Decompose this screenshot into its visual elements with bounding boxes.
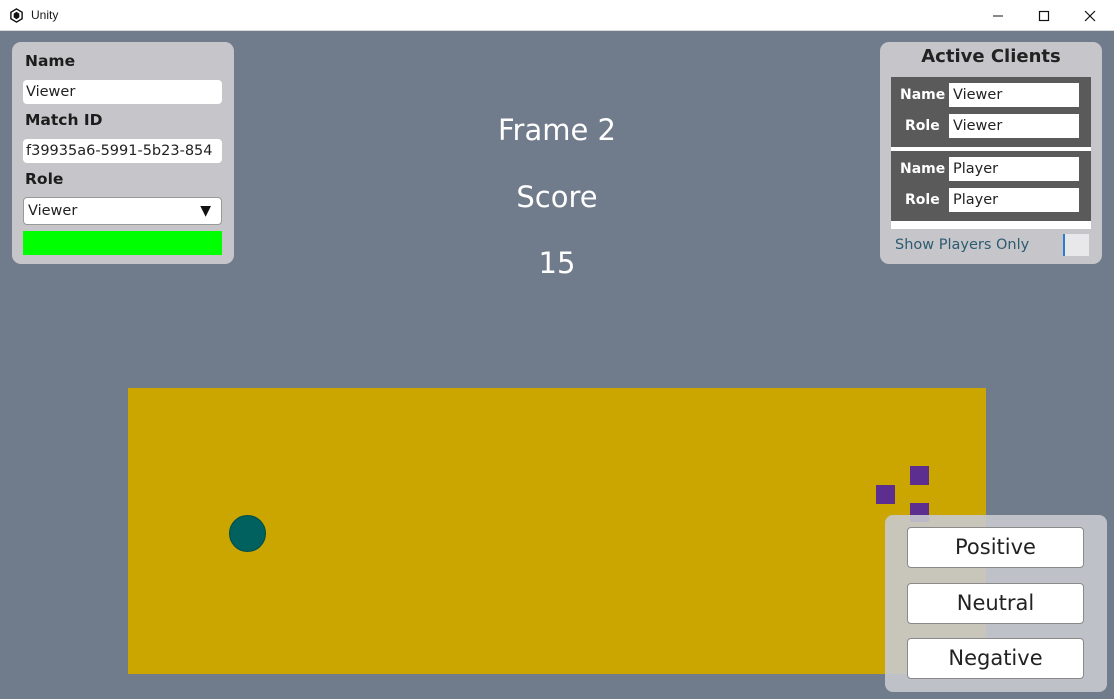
neutral-button[interactable]: Neutral — [907, 583, 1084, 624]
negative-button[interactable]: Negative — [907, 638, 1084, 679]
client-entry: Name Viewer Role Viewer — [891, 77, 1091, 147]
minimize-button[interactable] — [975, 0, 1021, 31]
connection-status-bar — [23, 231, 222, 255]
enemy-block — [910, 466, 929, 485]
maximize-button[interactable] — [1021, 0, 1067, 31]
dropdown-arrow-icon: ▼ — [200, 203, 211, 219]
role-dropdown[interactable]: Viewer ▼ — [23, 197, 222, 225]
active-clients-title: Active Clients — [921, 46, 1061, 67]
score-value: 15 — [538, 246, 576, 280]
feedback-panel: Positive Neutral Negative — [885, 515, 1107, 692]
window-title: Unity — [31, 8, 59, 22]
active-clients-panel: Active Clients Name Viewer Role Viewer N… — [880, 42, 1102, 264]
score-label: Score — [516, 180, 598, 214]
show-players-only-toggle[interactable] — [1063, 234, 1089, 256]
client-entry: Name Player Role Player — [891, 151, 1091, 221]
match-id-field[interactable]: f39935a6-5991-5b23-854 — [23, 139, 222, 163]
enemy-block — [876, 485, 895, 504]
client-name-field[interactable]: Viewer — [949, 83, 1079, 107]
client-role-label: Role — [905, 118, 940, 134]
role-dropdown-value: Viewer — [28, 203, 78, 219]
client-role-field[interactable]: Player — [949, 188, 1079, 212]
client-name-label: Name — [900, 87, 946, 103]
match-id-label: Match ID — [25, 111, 103, 129]
client-role-field[interactable]: Viewer — [949, 114, 1079, 138]
name-label: Name — [25, 52, 76, 70]
client-list: Name Viewer Role Viewer Name Player Role… — [891, 77, 1091, 229]
maximize-icon — [1038, 10, 1050, 21]
frame-counter: Frame 2 — [497, 113, 617, 147]
window-titlebar: Unity — [0, 0, 1114, 31]
positive-button[interactable]: Positive — [907, 527, 1084, 568]
role-label: Role — [25, 170, 64, 188]
name-field[interactable]: Viewer — [23, 80, 222, 104]
player-info-panel: Name Viewer Match ID f39935a6-5991-5b23-… — [12, 42, 234, 264]
client-name-field[interactable]: Player — [949, 157, 1079, 181]
close-button[interactable] — [1067, 0, 1113, 31]
player-ball — [229, 515, 266, 552]
show-players-only-label: Show Players Only — [895, 237, 1030, 253]
close-icon — [1084, 10, 1096, 21]
unity-icon — [10, 8, 23, 23]
minimize-icon — [993, 15, 1003, 16]
game-viewport: Name Viewer Match ID f39935a6-5991-5b23-… — [0, 31, 1114, 699]
client-name-label: Name — [900, 161, 946, 177]
client-role-label: Role — [905, 192, 940, 208]
